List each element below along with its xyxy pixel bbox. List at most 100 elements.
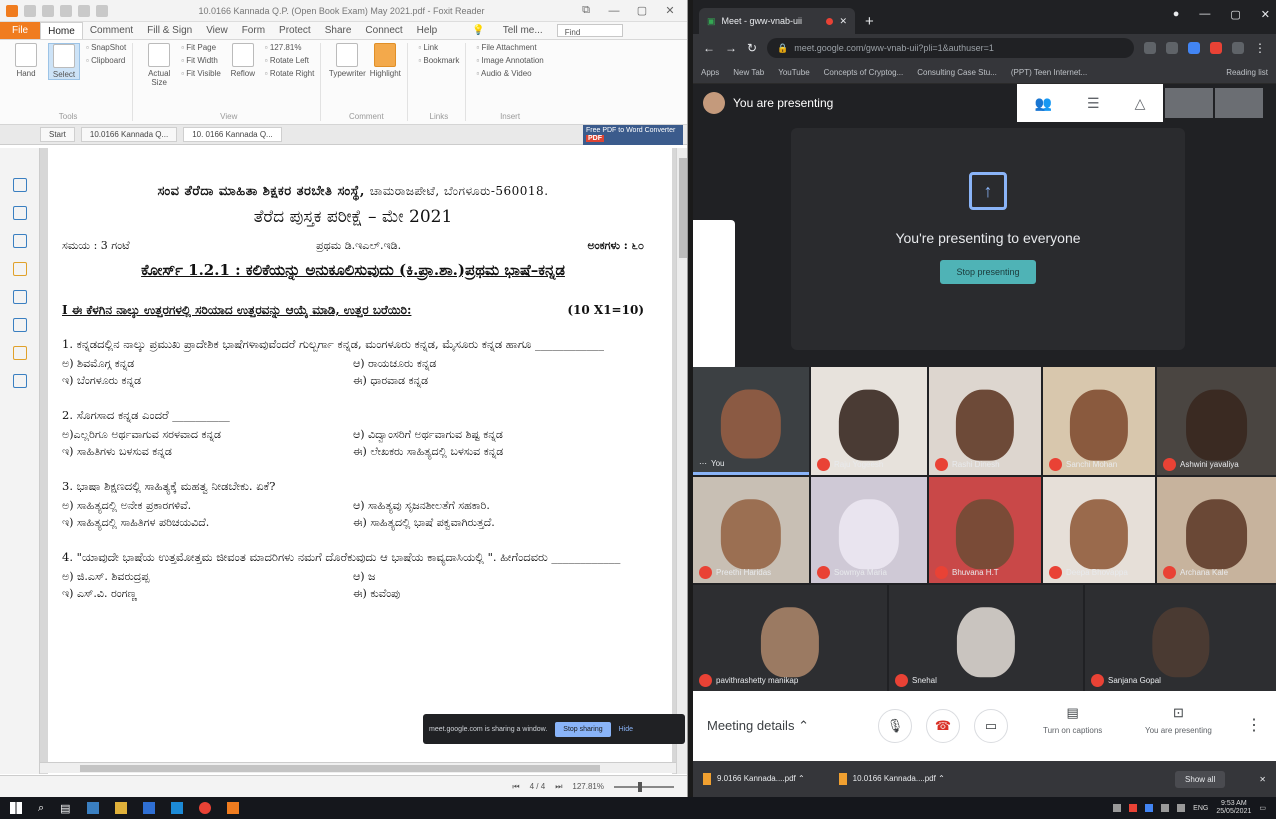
bookmark-crypto[interactable]: Concepts of Cryptog...: [824, 68, 904, 77]
doc-tab-1[interactable]: 10.0166 Kannada Q...: [80, 127, 178, 142]
forward-icon[interactable]: →: [725, 41, 737, 55]
tab-comment[interactable]: Comment: [83, 22, 140, 39]
app-icon[interactable]: [142, 802, 155, 814]
participant-tile[interactable]: ⋯ You: [693, 367, 809, 475]
participant-tile[interactable]: Sanjana Gopal: [1085, 585, 1276, 691]
tab-connect[interactable]: Connect: [358, 22, 409, 39]
find-input[interactable]: Find: [556, 24, 623, 37]
close-downloads-icon[interactable]: ✕: [1259, 775, 1266, 784]
highlight-button[interactable]: Highlight: [369, 43, 401, 78]
tab-form[interactable]: Form: [235, 22, 272, 39]
attachments-icon[interactable]: [12, 290, 27, 304]
leave-call-button[interactable]: ☎: [926, 709, 960, 743]
image-annotation-button[interactable]: Image Annotation: [476, 56, 543, 65]
page-thumbnails-icon[interactable]: [12, 178, 27, 192]
rotate-right-button[interactable]: Rotate Right: [265, 69, 314, 78]
camera-button[interactable]: ▭: [974, 709, 1008, 743]
tab-home[interactable]: Home: [40, 22, 83, 39]
presenting-button[interactable]: ⊡ You are presenting: [1145, 705, 1212, 735]
star-icon[interactable]: [1166, 42, 1178, 54]
puzzle-icon[interactable]: [1232, 42, 1244, 54]
bookmarks-panel-icon[interactable]: [12, 206, 27, 220]
menu-kebab-icon[interactable]: ⋮: [1254, 41, 1266, 55]
meeting-details-button[interactable]: Meeting details ⌃: [707, 718, 809, 734]
first-page-icon[interactable]: ⏮: [512, 782, 519, 792]
snapshot-button[interactable]: SnapShot: [86, 43, 126, 52]
comments-panel-icon[interactable]: [12, 262, 27, 276]
hand-tool-button[interactable]: Hand: [10, 43, 42, 78]
app-icon[interactable]: [170, 802, 183, 814]
clipboard-button[interactable]: Clipboard: [86, 56, 126, 65]
signatures-icon[interactable]: [12, 318, 27, 332]
tab-close-icon[interactable]: ✕: [839, 16, 847, 27]
more-options-icon[interactable]: ⋮: [1246, 715, 1262, 735]
tab-view[interactable]: View: [199, 22, 235, 39]
participant-tile[interactable]: Archana Kale: [1157, 477, 1276, 583]
doc-tab-2[interactable]: 10. 0166 Kannada Q...: [183, 127, 282, 142]
clock[interactable]: 9:53 AM 25/05/2021: [1216, 800, 1251, 816]
participant-tile[interactable]: Ashwini yavaliya: [1157, 367, 1276, 475]
participant-tile[interactable]: Bhuvana H.T: [929, 477, 1041, 583]
captions-button[interactable]: ▤ Turn on captions: [1043, 705, 1102, 735]
windows-start-icon[interactable]: [10, 802, 22, 814]
bookmark-ppt[interactable]: (PPT) Teen Internet...: [1011, 68, 1087, 77]
bookmark-apps[interactable]: Apps: [701, 68, 719, 77]
tab-file[interactable]: File: [0, 22, 41, 39]
minimize-icon[interactable]: —: [603, 5, 625, 17]
browser-tab-meet[interactable]: ▣ Meet - gww-vnab-uii ✕: [699, 8, 855, 34]
wifi-icon[interactable]: [1161, 804, 1170, 812]
undo-icon[interactable]: [78, 4, 90, 17]
profile-icon[interactable]: ●: [1173, 8, 1180, 21]
audio-video-button[interactable]: Audio & Video: [476, 69, 543, 78]
link-button[interactable]: Link: [418, 43, 459, 52]
last-page-icon[interactable]: ⏭: [555, 782, 562, 792]
reflow-button[interactable]: Reflow: [227, 43, 259, 78]
zoom-level[interactable]: 127.81%: [572, 782, 604, 791]
self-thumbnail[interactable]: [1215, 88, 1263, 118]
notifications-icon[interactable]: ▭: [1259, 804, 1266, 812]
stop-presenting-button[interactable]: Stop presenting: [940, 260, 1036, 284]
actual-size-button[interactable]: Actual Size: [143, 43, 175, 87]
fit-width-button[interactable]: Fit Width: [181, 56, 221, 65]
layers-icon[interactable]: [12, 234, 27, 248]
scroll-thumb[interactable]: [679, 158, 687, 258]
bookmark-consulting[interactable]: Consulting Case Stu...: [917, 68, 997, 77]
chrome-icon[interactable]: [198, 802, 211, 814]
app-icon[interactable]: [86, 802, 99, 814]
tell-me-box[interactable]: 💡 Tell me...: [458, 22, 556, 39]
bookmark-youtube[interactable]: YouTube: [778, 68, 809, 77]
tab-protect[interactable]: Protect: [272, 22, 318, 39]
bookmark-button[interactable]: Bookmark: [418, 56, 459, 65]
participant-tile[interactable]: Raju Yogeesh: [811, 367, 927, 475]
bookmark-reading-list[interactable]: Reading list: [1226, 68, 1268, 77]
back-icon[interactable]: ←: [703, 41, 715, 55]
horizontal-scrollbar[interactable]: [40, 762, 676, 773]
select-tool-button[interactable]: Select: [48, 43, 80, 80]
close-icon[interactable]: ✕: [1261, 8, 1270, 21]
key-icon[interactable]: [1144, 42, 1156, 54]
maximize-icon[interactable]: ▢: [631, 4, 653, 17]
extension-icon[interactable]: [1210, 42, 1222, 54]
minimize-icon[interactable]: —: [1199, 8, 1210, 21]
chat-icon[interactable]: ☰: [1087, 95, 1100, 112]
close-icon[interactable]: ✕: [659, 4, 681, 17]
task-view-icon[interactable]: ▤: [60, 802, 70, 815]
search-icon[interactable]: [12, 374, 27, 388]
page-indicator[interactable]: 4 / 4: [530, 782, 546, 791]
typewriter-button[interactable]: Typewriter: [329, 43, 366, 78]
extension-icon[interactable]: [1188, 42, 1200, 54]
tab-fill-sign[interactable]: Fill & Sign: [140, 22, 199, 39]
tab-share[interactable]: Share: [318, 22, 359, 39]
participant-tile[interactable]: Deepa Bhovappa: [1043, 477, 1155, 583]
show-all-button[interactable]: Show all: [1175, 770, 1226, 788]
print-icon[interactable]: [60, 4, 72, 17]
language-indicator[interactable]: ENG: [1193, 805, 1208, 812]
participant-tile[interactable]: Preethi Haridas: [693, 477, 809, 583]
hscroll-thumb[interactable]: [80, 765, 600, 772]
zoom-slider[interactable]: [614, 781, 674, 792]
more-icon[interactable]: ⋯: [699, 459, 707, 468]
tab-help[interactable]: Help: [410, 22, 445, 39]
redo-icon[interactable]: [96, 4, 108, 17]
pdf-reader-icon[interactable]: [226, 802, 239, 814]
maximize-icon[interactable]: ▢: [1230, 8, 1240, 21]
